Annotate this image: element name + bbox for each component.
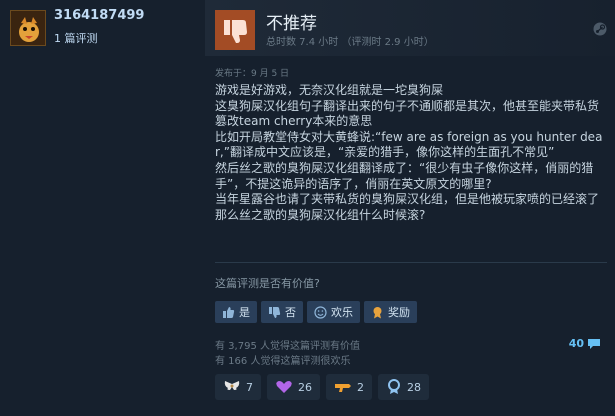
review-count[interactable]: 1 篇评测: [54, 30, 98, 46]
vote-funny-button[interactable]: 欢乐: [307, 301, 360, 323]
vote-buttons: 是 否 欢乐 奖励: [215, 301, 417, 323]
review-line: 然后丝之歌的臭狗屎汉化组翻译成了：“很少有虫子像你这样，俏丽的猎手”，不提这诡异…: [215, 160, 594, 191]
medal-award-icon: [388, 379, 400, 394]
gun-award-icon: [335, 384, 351, 392]
review-line: 比如开局教堂侍女对大黄蜂说:“few are as foreign as you…: [215, 129, 603, 160]
review-line: 那么丝之歌的臭狗屎汉化组什么时候滚?: [215, 207, 426, 222]
playtime-hours: 总时数 7.4 小时 （评测时 2.9 小时）: [266, 37, 434, 48]
vote-no-label: 否: [285, 306, 296, 319]
thumbs-down-icon: [215, 10, 255, 50]
smiley-icon: [314, 305, 327, 319]
wings-award-icon: [224, 381, 240, 390]
award-count: 7: [246, 380, 253, 394]
review-panel: 不推荐 总时数 7.4 小时 （评测时 2.9 小时） 发布于：9 月 5 日 …: [205, 0, 615, 416]
author-panel: 3164187499 1 篇评测: [0, 0, 205, 416]
heart-award-icon: [276, 381, 292, 393]
vote-no-button[interactable]: 否: [261, 301, 303, 323]
vote-funny-label: 欢乐: [331, 306, 353, 319]
awards-row: 7 26 2 28: [215, 374, 429, 400]
funny-stat: 有 166 人觉得这篇评测很欢乐: [215, 356, 351, 367]
divider: [215, 262, 607, 263]
review-line: 当年星露谷也请了夹带私货的臭狗屎汉化组，但是他被玩家喷的已经滚了: [215, 192, 600, 207]
avatar[interactable]: [10, 10, 46, 46]
award-label: 奖励: [388, 306, 410, 319]
thumbs-up-icon: [223, 306, 235, 318]
recommendation-title: 不推荐: [266, 14, 317, 34]
award-count: 28: [407, 380, 421, 394]
steam-icon[interactable]: [593, 22, 607, 36]
award-wings[interactable]: 7: [215, 374, 261, 400]
review-header: 不推荐 总时数 7.4 小时 （评测时 2.9 小时）: [205, 0, 615, 56]
review-line: 这臭狗屎汉化组句子翻译出来的句子不通顺都是其次，他甚至能夹带私货篡改team c…: [215, 98, 600, 129]
award-medal[interactable]: 28: [378, 374, 429, 400]
award-icon: [373, 306, 382, 318]
username[interactable]: 3164187499: [54, 8, 144, 23]
vote-yes-label: 是: [239, 306, 250, 319]
comment-count: 40: [568, 337, 584, 350]
review-line: 游戏是好游戏，无奈汉化组就是一坨臭狗屎: [215, 83, 444, 97]
thumbs-down-icon: [269, 306, 281, 318]
vote-yes-button[interactable]: 是: [215, 301, 257, 323]
posted-date: 发布于：9 月 5 日: [215, 69, 290, 79]
review-body: 游戏是好游戏，无奈汉化组就是一坨臭狗屎 这臭狗屎汉化组句子翻译出来的句子不通顺都…: [215, 83, 610, 223]
award-count: 2: [357, 380, 364, 394]
comment-count-link[interactable]: 40: [569, 337, 601, 350]
award-button[interactable]: 奖励: [364, 301, 417, 323]
helpful-question: 这篇评测是否有价值?: [215, 277, 320, 290]
helpful-stat: 有 3,795 人觉得这篇评测有价值: [215, 341, 360, 352]
award-gun[interactable]: 2: [326, 374, 372, 400]
award-count: 26: [298, 380, 312, 394]
award-heart[interactable]: 26: [267, 374, 320, 400]
comment-icon: [588, 338, 600, 349]
